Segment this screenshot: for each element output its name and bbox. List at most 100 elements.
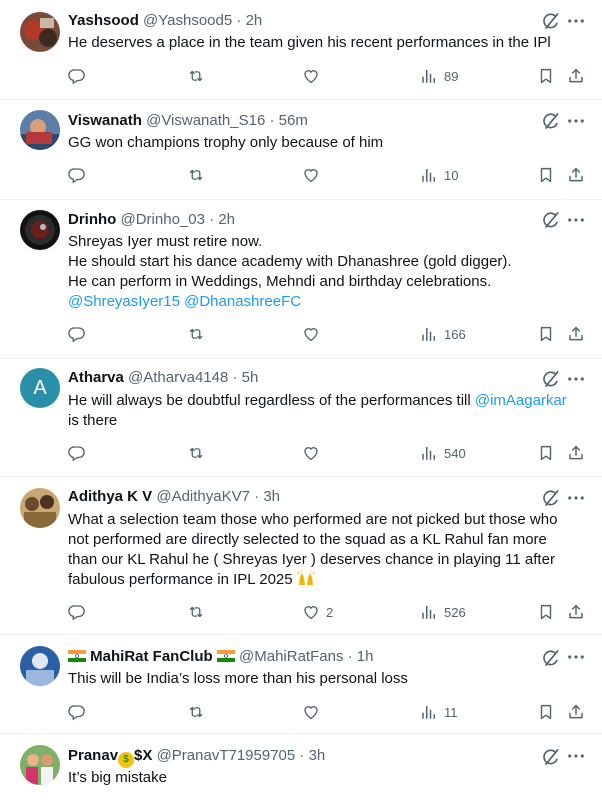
- tweet[interactable]: Pranav $ $X @PranavT71959705 · 3h It’s big…: [0, 734, 602, 804]
- tweet-text-line: He should start his dance academy with D…: [68, 253, 512, 270]
- bookmark-button[interactable]: [537, 66, 555, 86]
- mention-link[interactable]: @DhanashreeFC: [184, 293, 301, 310]
- share-icon: [567, 325, 585, 343]
- grok-icon[interactable]: [541, 11, 561, 31]
- reply-button[interactable]: [68, 165, 92, 185]
- bookmark-button[interactable]: [537, 324, 555, 344]
- bookmark-button[interactable]: [537, 443, 555, 463]
- user-handle[interactable]: @Atharva4148: [128, 369, 228, 386]
- grok-icon[interactable]: [541, 747, 561, 767]
- views-button[interactable]: 10: [420, 165, 458, 185]
- more-icon[interactable]: [566, 746, 586, 766]
- bookmark-button[interactable]: [537, 165, 555, 185]
- timestamp[interactable]: 2h: [218, 211, 235, 228]
- repost-button[interactable]: [187, 324, 211, 344]
- user-handle[interactable]: @Drinho_03: [121, 211, 205, 228]
- like-icon: [302, 166, 320, 184]
- tweet[interactable]: Yashsood @Yashsood5 · 2h He deserves a p…: [0, 0, 602, 100]
- grok-icon[interactable]: [541, 488, 561, 508]
- more-icon[interactable]: [566, 647, 586, 667]
- like-button[interactable]: [302, 324, 326, 344]
- timestamp[interactable]: 3h: [309, 747, 326, 764]
- avatar[interactable]: [20, 488, 60, 528]
- more-icon[interactable]: [566, 369, 586, 389]
- tweet[interactable]: A Atharva @Atharva4148 · 5h He will alwa…: [0, 359, 602, 477]
- display-name[interactable]: Adithya K V: [68, 488, 152, 505]
- timestamp[interactable]: 2h: [246, 12, 263, 29]
- views-button[interactable]: 89: [420, 66, 458, 86]
- timestamp[interactable]: 56m: [279, 112, 308, 129]
- avatar[interactable]: A: [20, 368, 60, 408]
- tweet-header: Drinho @Drinho_03 · 2h: [68, 210, 512, 230]
- more-icon[interactable]: [566, 210, 586, 230]
- more-icon[interactable]: [566, 111, 586, 131]
- views-button[interactable]: 526: [420, 602, 466, 622]
- bookmark-button[interactable]: [537, 602, 555, 622]
- grok-icon[interactable]: [541, 111, 561, 131]
- display-name[interactable]: Drinho: [68, 211, 116, 228]
- grok-icon[interactable]: [541, 648, 561, 668]
- user-handle[interactable]: @PranavT71959705: [157, 747, 296, 764]
- views-button[interactable]: 166: [420, 324, 466, 344]
- like-button[interactable]: [302, 443, 326, 463]
- share-button[interactable]: [567, 702, 585, 722]
- user-handle[interactable]: @AdithyaKV7: [156, 488, 250, 505]
- separator: ·: [209, 211, 215, 228]
- bookmark-button[interactable]: [537, 702, 555, 722]
- timestamp[interactable]: 1h: [357, 648, 374, 665]
- like-button[interactable]: [302, 702, 326, 722]
- mention-link[interactable]: @ShreyasIyer15: [68, 293, 180, 310]
- timestamp[interactable]: 5h: [242, 369, 259, 386]
- avatar[interactable]: [20, 110, 60, 150]
- avatar[interactable]: [20, 646, 60, 686]
- display-name[interactable]: Yashsood: [68, 12, 139, 29]
- tweet-text-part: He will always be doubtful regardless of…: [68, 392, 471, 409]
- user-handle[interactable]: @Yashsood5: [143, 12, 232, 29]
- user-handle[interactable]: @Viswanath_S16: [146, 112, 265, 129]
- display-name[interactable]: Atharva: [68, 369, 124, 386]
- share-button[interactable]: [567, 165, 585, 185]
- share-button[interactable]: [567, 602, 585, 622]
- user-handle[interactable]: @MahiRatFans: [239, 648, 343, 665]
- grok-icon[interactable]: [541, 210, 561, 230]
- avatar[interactable]: [20, 210, 60, 250]
- timestamp[interactable]: 3h: [263, 488, 280, 505]
- like-button[interactable]: [302, 66, 326, 86]
- share-button[interactable]: [567, 66, 585, 86]
- reply-button[interactable]: [68, 324, 92, 344]
- share-button[interactable]: [567, 443, 585, 463]
- reply-button[interactable]: [68, 443, 92, 463]
- repost-button[interactable]: [187, 165, 211, 185]
- display-name[interactable]: MahiRat FanClub: [90, 648, 213, 665]
- repost-button[interactable]: [187, 443, 211, 463]
- more-icon[interactable]: [566, 11, 586, 31]
- reply-button[interactable]: [68, 602, 92, 622]
- tweet[interactable]: Viswanath @Viswanath_S16 · 56m GG won ch…: [0, 100, 602, 200]
- like-button[interactable]: 2: [302, 602, 333, 622]
- views-button[interactable]: 11: [420, 702, 458, 722]
- share-button[interactable]: [567, 324, 585, 344]
- reply-icon: [68, 603, 86, 621]
- repost-icon: [187, 703, 205, 721]
- repost-button[interactable]: [187, 602, 211, 622]
- tweet[interactable]: Drinho @Drinho_03 · 2h Shreyas Iyer must…: [0, 200, 602, 359]
- reply-button[interactable]: [68, 66, 92, 86]
- avatar[interactable]: [20, 12, 60, 52]
- display-name[interactable]: Viswanath: [68, 112, 142, 129]
- grok-icon[interactable]: [541, 369, 561, 389]
- mention-link[interactable]: @imAagarkar: [475, 392, 567, 409]
- like-button[interactable]: [302, 165, 326, 185]
- views-button[interactable]: 540: [420, 443, 466, 463]
- bookmark-icon: [537, 703, 555, 721]
- avatar[interactable]: [20, 745, 60, 785]
- tweet-text-line: It’s big mistake: [68, 769, 167, 786]
- tweet[interactable]: MahiRat FanClub @MahiRatFans · 1h This w…: [0, 635, 602, 734]
- reply-button[interactable]: [68, 702, 92, 722]
- reply-icon: [68, 166, 86, 184]
- display-name[interactable]: Pranav $ $X: [68, 747, 152, 768]
- repost-icon: [187, 325, 205, 343]
- tweet[interactable]: Adithya K V @AdithyaKV7 · 3h What a sele…: [0, 477, 602, 635]
- repost-button[interactable]: [187, 702, 211, 722]
- more-icon[interactable]: [566, 488, 586, 508]
- repost-button[interactable]: [187, 66, 211, 86]
